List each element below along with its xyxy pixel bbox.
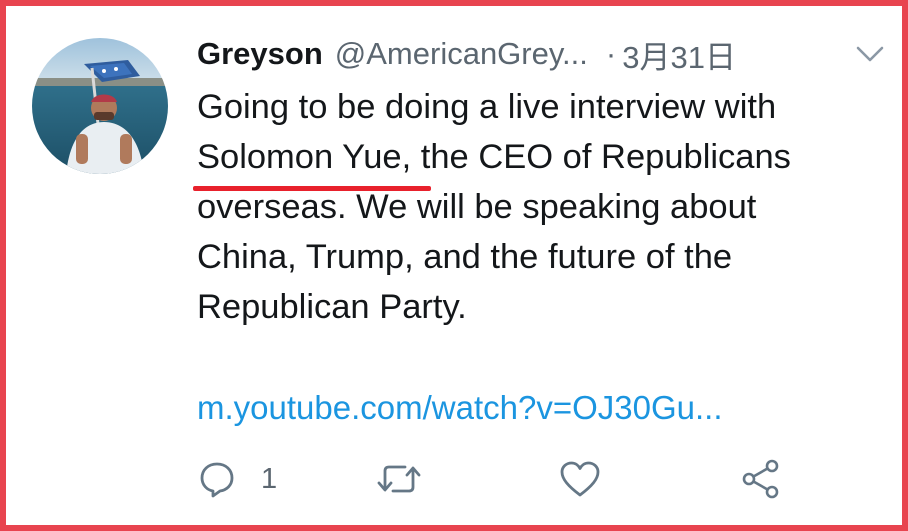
highlighted-name-text: Solomon Yue [197,138,402,176]
share-icon [739,457,783,501]
like-button[interactable] [558,455,602,503]
tweet-text-line: China, Trump, and the future of the [197,238,733,276]
reply-button[interactable]: 1 [197,455,277,503]
tweet-text-line: Solomon Yue, the CEO of Republicans [193,132,857,191]
tweet-header: Greyson @AmericanGrey... · 3月31日 [197,30,857,78]
chevron-down-icon[interactable] [854,42,886,66]
user-handle[interactable]: @AmericanGrey... [335,36,588,72]
display-name[interactable]: Greyson [197,36,323,72]
separator-dot: · [605,36,617,71]
avatar[interactable] [32,38,168,174]
tweet-date[interactable]: 3月31日 [622,32,736,77]
share-button[interactable] [739,455,783,503]
retweet-button[interactable] [375,455,423,503]
youtube-link[interactable]: m.youtube.com/watch?v=OJ30Gu... [197,384,857,432]
reply-count: 1 [261,462,278,495]
tweet-text-line: Going to be doing a live interview with [197,88,777,126]
tweet-text: Going to be doing a live interview with … [193,82,857,332]
heart-icon [558,459,602,499]
retweet-icon [375,459,423,499]
tweet-actions: 1 [197,455,817,503]
tweet-text-fragment: , the CEO of Republicans [401,138,791,176]
highlighted-name: Solomon Yue [193,132,431,191]
comment-bubble-icon [197,459,237,499]
tweet-text-line: Republican Party. [197,288,467,326]
red-underline-annotation [193,186,431,191]
